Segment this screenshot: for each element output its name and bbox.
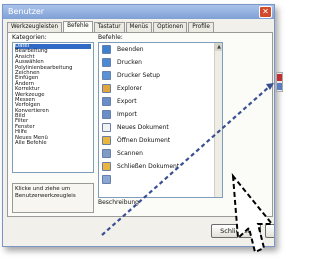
dialog-window: Benutzer ✕ Werkzeugleisten Befehle Tasta…	[2, 4, 275, 247]
close-icon[interactable]: ✕	[259, 6, 272, 18]
command-item[interactable]: Explorer	[99, 82, 222, 95]
command-label: Beenden	[117, 46, 144, 53]
command-label: Schließen Dokument	[117, 163, 180, 170]
title-bar[interactable]: Benutzer ✕	[3, 5, 274, 19]
command-icon	[102, 136, 111, 145]
categories-list[interactable]: Datei Bearbeitung Ansicht Auswählen Polylini…	[12, 42, 94, 173]
close-button[interactable]: Schließen	[211, 224, 261, 238]
tab-optionen[interactable]: Optionen	[153, 22, 188, 32]
command-label: Scannen	[117, 150, 143, 157]
command-icon	[102, 149, 111, 158]
command-label: Öffnen Dokument	[117, 137, 171, 144]
command-icon	[102, 84, 111, 93]
tab-befehle[interactable]: Befehle	[63, 21, 93, 32]
command-icon	[102, 123, 111, 132]
command-item[interactable]: Drucken	[99, 56, 222, 69]
commands-list[interactable]: Beenden Drucken Drucker Setup Explorer Expor…	[98, 42, 223, 198]
command-item[interactable]: Scannen	[99, 147, 222, 160]
toolbar-blue-icon[interactable]	[277, 83, 282, 90]
help-button[interactable]	[265, 224, 274, 238]
toolbar-red-icon[interactable]	[277, 74, 282, 81]
command-item[interactable]: Beenden	[99, 43, 222, 56]
command-icon	[102, 45, 111, 54]
command-label: Neues Dokument	[117, 124, 169, 131]
command-label: Drucker Setup	[117, 72, 160, 79]
hint-line-2: Benutzerwerkzeugleis	[15, 192, 76, 199]
tab-profile[interactable]: Profile	[188, 22, 214, 32]
command-icon	[102, 175, 111, 184]
tab-bar: Werkzeugleisten Befehle Tastatur Menüs O…	[7, 21, 215, 32]
window-title: Benutzer	[8, 7, 45, 16]
command-item[interactable]: Drucker Setup	[99, 69, 222, 82]
command-label: Export	[117, 98, 137, 105]
tab-werkzeugleisten[interactable]: Werkzeugleisten	[7, 22, 63, 32]
command-icon	[102, 58, 111, 67]
category-item[interactable]: Alle Befehle	[15, 140, 91, 146]
command-item[interactable]: Schließen Dokument	[99, 160, 222, 173]
command-label: Explorer	[117, 85, 142, 92]
drag-hint-box: Klicke und ziehe um Benutzerwerkzeugleis	[12, 183, 94, 213]
command-item[interactable]: Öffnen Dokument	[99, 134, 222, 147]
commands-label: Befehle:	[98, 34, 123, 41]
toolbar-strip	[276, 72, 283, 92]
command-icon	[102, 71, 111, 80]
command-icon	[102, 162, 111, 171]
command-item[interactable]: Export	[99, 95, 222, 108]
categories-label: Kategorien:	[12, 34, 47, 41]
command-icon	[102, 110, 111, 119]
description-label: Beschreibung	[98, 199, 139, 206]
command-item[interactable]: Neues Dokument	[99, 121, 222, 134]
tab-panel: Kategorien: Datei Bearbeitung Ansicht Auswä…	[7, 32, 273, 217]
command-item[interactable]: Import	[99, 108, 222, 121]
command-label: Drucken	[117, 59, 142, 66]
tab-tastatur[interactable]: Tastatur	[93, 22, 125, 32]
command-label: Import	[117, 111, 137, 118]
tab-menues[interactable]: Menüs	[125, 22, 153, 32]
scroll-up-icon[interactable]: ▲	[215, 43, 222, 51]
command-icon	[102, 97, 111, 106]
command-item[interactable]	[99, 173, 222, 186]
commands-scrollbar[interactable]: ▲	[214, 43, 222, 197]
